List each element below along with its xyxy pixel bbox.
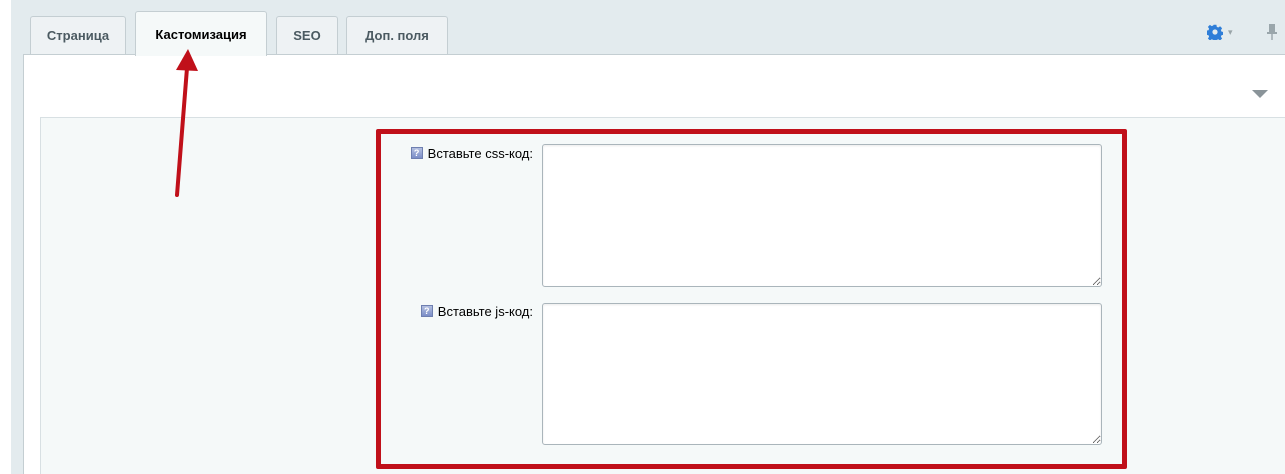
tab-customization[interactable]: Кастомизация (135, 11, 267, 56)
help-icon[interactable]: ? (420, 305, 433, 317)
triangle-down-icon[interactable] (1251, 86, 1269, 98)
gear-icon (1207, 24, 1223, 40)
tab-seo[interactable]: SEO (276, 16, 338, 54)
js-code-textarea[interactable] (542, 303, 1102, 445)
css-code-textarea[interactable] (542, 144, 1102, 287)
settings-menu-button[interactable]: ▾ (1207, 24, 1247, 40)
js-field-label: ? Вставьте js-код: (380, 303, 533, 319)
chevron-down-icon: ▾ (1228, 26, 1233, 37)
css-field-label: ? Вставьте css-код: (380, 145, 533, 161)
page-edge (0, 0, 11, 474)
tab-extra-fields[interactable]: Доп. поля (346, 16, 448, 54)
css-label-text: Вставьте css-код: (427, 145, 533, 161)
js-label-text: Вставьте js-код: (437, 303, 533, 319)
tab-page[interactable]: Страница (30, 16, 126, 54)
pin-icon[interactable] (1266, 23, 1278, 41)
help-icon[interactable]: ? (410, 147, 423, 159)
